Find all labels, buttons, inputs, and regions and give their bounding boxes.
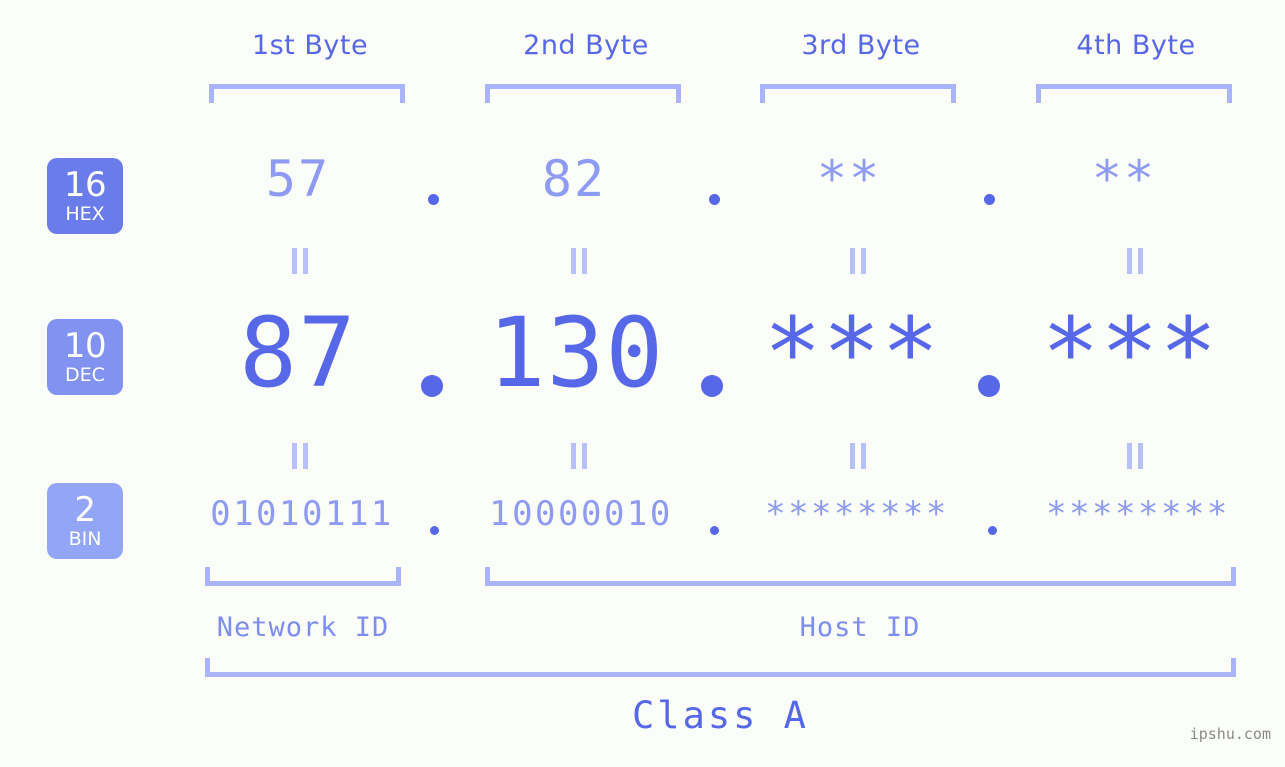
byte-bracket-top-1 [209, 84, 405, 103]
dec-value-byte-2: 130 [487, 297, 665, 409]
equals-icon-dec-bin-2 [571, 443, 589, 469]
base-badge-dec: 10 DEC [47, 319, 123, 395]
hex-value-byte-3: ** [816, 150, 882, 208]
equals-icon-dec-bin-3 [850, 443, 868, 469]
hex-dot-separator-2 [709, 194, 720, 205]
network-id-label: Network ID [216, 612, 390, 643]
dec-dot-separator-1 [421, 375, 443, 397]
bin-value-byte-3: ******** [765, 494, 949, 534]
base-badge-dec-label: DEC [65, 364, 105, 386]
bin-value-byte-2: 10000010 [489, 494, 673, 534]
byte-header-1: 1st Byte [251, 30, 369, 61]
hex-dot-separator-3 [984, 194, 995, 205]
byte-bracket-top-3 [760, 84, 956, 103]
hex-value-byte-1: 57 [265, 150, 331, 208]
byte-header-4: 4th Byte [1076, 30, 1196, 61]
bin-value-byte-4: ******** [1046, 494, 1230, 534]
equals-icon-hex-dec-4 [1127, 248, 1145, 274]
dec-value-byte-4: *** [1041, 297, 1219, 409]
bin-dot-separator-3 [988, 526, 997, 535]
bin-value-byte-1: 01010111 [210, 494, 394, 534]
hex-value-byte-2: 82 [541, 150, 607, 208]
equals-icon-hex-dec-3 [850, 248, 868, 274]
bin-dot-separator-2 [710, 526, 719, 535]
ip-breakdown-diagram: 1st Byte 2nd Byte 3rd Byte 4th Byte 16 H… [0, 0, 1285, 767]
host-id-bracket [485, 567, 1236, 586]
host-id-label: Host ID [799, 612, 921, 643]
base-badge-bin-label: BIN [68, 528, 102, 550]
bin-dot-separator-1 [430, 526, 439, 535]
byte-header-2: 2nd Byte [523, 30, 649, 61]
equals-icon-dec-bin-4 [1127, 443, 1145, 469]
class-bracket [205, 658, 1236, 677]
watermark: ipshu.com [1189, 725, 1271, 743]
base-badge-dec-number: 10 [63, 326, 107, 366]
base-badge-bin: 2 BIN [47, 483, 123, 559]
byte-bracket-top-4 [1036, 84, 1232, 103]
dec-dot-separator-2 [701, 375, 723, 397]
hex-dot-separator-1 [428, 194, 439, 205]
dec-dot-separator-3 [978, 375, 1000, 397]
base-badge-hex: 16 HEX [47, 158, 123, 234]
base-badge-hex-label: HEX [65, 203, 105, 225]
dec-value-byte-3: *** [763, 297, 941, 409]
class-label: Class A [632, 694, 809, 737]
base-badge-hex-number: 16 [63, 165, 107, 205]
byte-header-3: 3rd Byte [801, 30, 921, 61]
dec-value-byte-1: 87 [239, 297, 357, 409]
equals-icon-dec-bin-1 [292, 443, 310, 469]
equals-icon-hex-dec-2 [571, 248, 589, 274]
network-id-bracket [205, 567, 401, 586]
hex-value-byte-4: ** [1091, 150, 1157, 208]
equals-icon-hex-dec-1 [292, 248, 310, 274]
byte-bracket-top-2 [485, 84, 681, 103]
base-badge-bin-number: 2 [74, 490, 96, 530]
